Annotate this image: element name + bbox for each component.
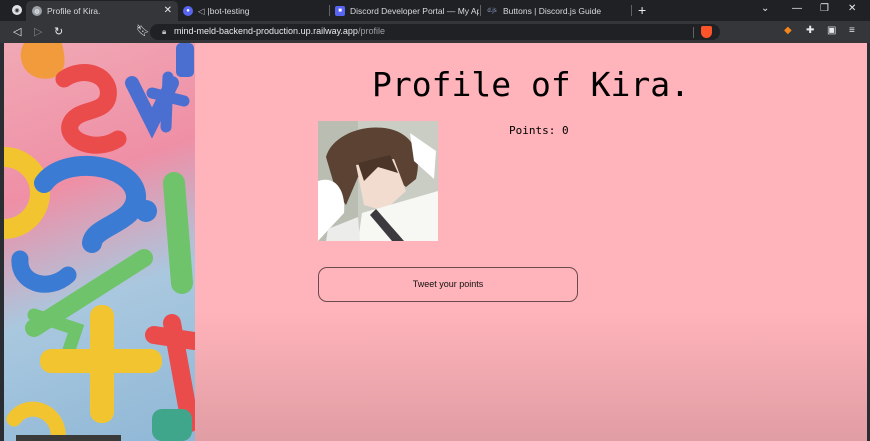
tab-title: Profile of Kira. <box>47 6 101 16</box>
globe-icon: ◍ <box>32 6 42 16</box>
tab-title: Buttons | Discord.js Guide <box>503 6 602 16</box>
tab-search-icon[interactable]: ⌄ <box>761 3 769 14</box>
url-host: mind-meld-backend-production.up.railway.… <box>174 26 358 36</box>
discordjs-icon: d.js <box>486 6 498 16</box>
brave-shield-icon[interactable] <box>701 26 712 38</box>
wallet-icon[interactable]: ▣ <box>827 25 836 36</box>
points-label: Points: 0 <box>509 124 569 137</box>
forward-icon[interactable]: ▷ <box>34 25 42 38</box>
discord-icon: ● <box>183 6 193 16</box>
reload-icon[interactable]: ↻ <box>54 25 63 38</box>
address-bar[interactable]: 🔒︎ mind-meld-backend-production.up.railw… <box>150 24 720 40</box>
lock-icon: 🔒︎ <box>162 27 167 36</box>
tab-title: Discord Developer Portal — My Appli <box>350 6 479 16</box>
new-tab-button[interactable]: + <box>638 2 646 18</box>
url-text[interactable]: mind-meld-backend-production.up.railway.… <box>174 26 385 36</box>
tab-divider <box>329 5 330 16</box>
url-path: /profile <box>357 26 385 36</box>
browser-toolbar: ◁ ▷ ↻ 🔖︎ 🔒︎ mind-meld-backend-production… <box>0 21 870 43</box>
omnibox-divider <box>693 27 694 38</box>
tab-bot-testing[interactable]: ● ◁ |bot-testing <box>180 1 328 21</box>
profile-content: Profile of Kira. Points: 0 Tweet your po… <box>195 43 867 441</box>
tab-buttons-guide[interactable]: d.js Buttons | Discord.js Guide <box>484 1 630 21</box>
bookmark-icon[interactable]: 🔖︎ <box>136 24 150 37</box>
restore-icon[interactable]: ❐ <box>820 3 829 14</box>
tab-strip: ◉ ◍ Profile of Kira. ✕ ● ◁ |bot-testing … <box>0 0 870 21</box>
discord-portal-icon: ■ <box>335 6 345 16</box>
tab-profile[interactable]: ◍ Profile of Kira. ✕ <box>26 1 178 21</box>
tab-divider <box>480 5 481 16</box>
page-title: Profile of Kira. <box>372 65 690 104</box>
puzzle-icon[interactable]: ✚ <box>806 25 814 36</box>
tab-discord-portal[interactable]: ■ Discord Developer Portal — My Appli <box>333 1 479 21</box>
close-tab-icon[interactable]: ✕ <box>164 5 172 16</box>
tab-title: |bot-testing <box>207 6 250 16</box>
speaker-icon: ◁ <box>198 5 205 16</box>
page-viewport: Profile of Kira. Points: 0 Tweet your po… <box>4 43 867 441</box>
app-icon: ◉ <box>12 5 22 15</box>
video-progress-bar <box>16 435 121 441</box>
alphabet-shapes <box>4 43 195 441</box>
anime-character-image <box>318 121 438 241</box>
menu-icon[interactable]: ≡ <box>849 25 855 36</box>
close-window-icon[interactable]: ✕ <box>848 3 856 14</box>
tab-divider <box>631 5 632 16</box>
profile-avatar <box>318 121 438 241</box>
metamask-icon[interactable]: ◆ <box>784 25 792 36</box>
tweet-points-button[interactable]: Tweet your points <box>318 267 578 302</box>
back-icon[interactable]: ◁ <box>13 25 21 38</box>
alphabet-illustration <box>4 43 195 441</box>
minimize-icon[interactable]: — <box>792 3 802 14</box>
